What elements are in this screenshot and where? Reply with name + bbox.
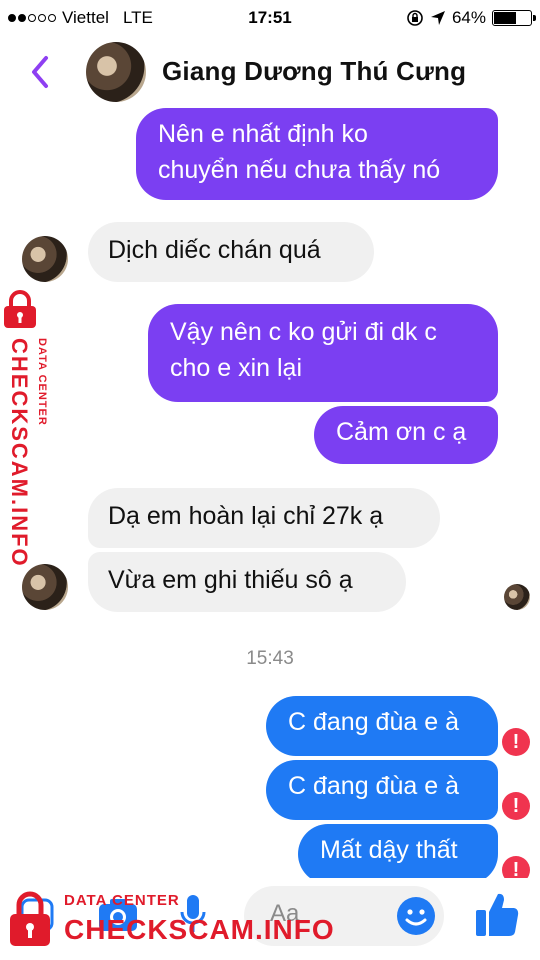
message-text: Dịch diếc chán quá [108,236,321,264]
message-timestamp: 15:43 [246,648,294,669]
status-right: 64% [406,8,536,28]
sender-avatar [22,564,68,610]
rotation-lock-icon [407,10,423,26]
message-text-line: chuyển nếu chưa thấy nó [158,156,441,184]
watermark-brand: CHECKSCAM.INFO [64,914,335,945]
status-bar: Viettel LTE 17:51 64% [0,0,540,36]
send-failed-icon[interactable]: ! [502,728,530,756]
message-bubble-outgoing[interactable]: C đang đùa e à [266,760,498,820]
message-text: C đang đùa e à [288,708,459,736]
watermark-brand-vertical: CHECKSCAM.INFO [7,338,32,568]
watermark-side: CHECKSCAM.INFO DATA CENTER [2,290,60,568]
back-chevron-icon[interactable] [26,54,54,90]
emoji-icon[interactable] [396,896,436,936]
thumbs-up-icon[interactable] [474,890,520,940]
message-bubble-incoming[interactable]: Dạ em hoàn lại chỉ 27k ạ [88,488,440,548]
message-text: Vừa em ghi thiếu sô ạ [108,566,353,594]
watermark-label: DATA CENTER [64,892,180,909]
message-bubble-incoming[interactable]: Vừa em ghi thiếu sô ạ [88,552,406,612]
watermark-bottom: DATA CENTER CHECKSCAM.INFO [8,890,334,954]
sender-avatar [22,236,68,282]
lock-logo-icon [4,290,36,328]
message-bubble-outgoing[interactable]: C đang đùa e à [266,696,498,756]
read-receipt-avatar [504,584,530,610]
message-text-line: Nên e nhất định ko [158,120,368,148]
contact-avatar[interactable] [86,42,146,102]
message-bubble-outgoing[interactable]: Cảm ơn c ạ [314,406,498,464]
battery-percent: 64% [451,8,486,27]
message-text: Cảm ơn c ạ [336,418,467,446]
location-arrow-icon [430,11,445,25]
lock-logo-icon [10,891,50,946]
watermark-label-vertical: DATA CENTER [36,338,48,426]
message-text: Dạ em hoàn lại chỉ 27k ạ [108,502,384,530]
conversation-header: Giang Dương Thú Cưng [0,36,540,108]
message-bubble-outgoing[interactable]: Mất dậy thất [298,824,498,878]
send-failed-icon[interactable]: ! [502,792,530,820]
message-bubble-incoming[interactable]: Dịch diếc chán quá [88,222,374,282]
message-list[interactable]: Nên e nhất định ko chuyển nếu chưa thấy … [0,108,540,878]
message-text-line: cho e xin lại [170,354,303,382]
send-failed-icon[interactable]: ! [502,856,530,878]
message-text: C đang đùa e à [288,772,459,800]
message-bubble-outgoing[interactable]: Vậy nên c ko gửi đi dk c cho e xin lại [148,304,498,402]
message-text: Mất dậy thất [320,836,458,864]
battery-icon [492,10,536,26]
message-text-line: Vậy nên c ko gửi đi dk c [170,318,437,346]
message-bubble-outgoing[interactable]: Nên e nhất định ko chuyển nếu chưa thấy … [136,108,498,200]
contact-name[interactable]: Giang Dương Thú Cưng [162,56,466,87]
